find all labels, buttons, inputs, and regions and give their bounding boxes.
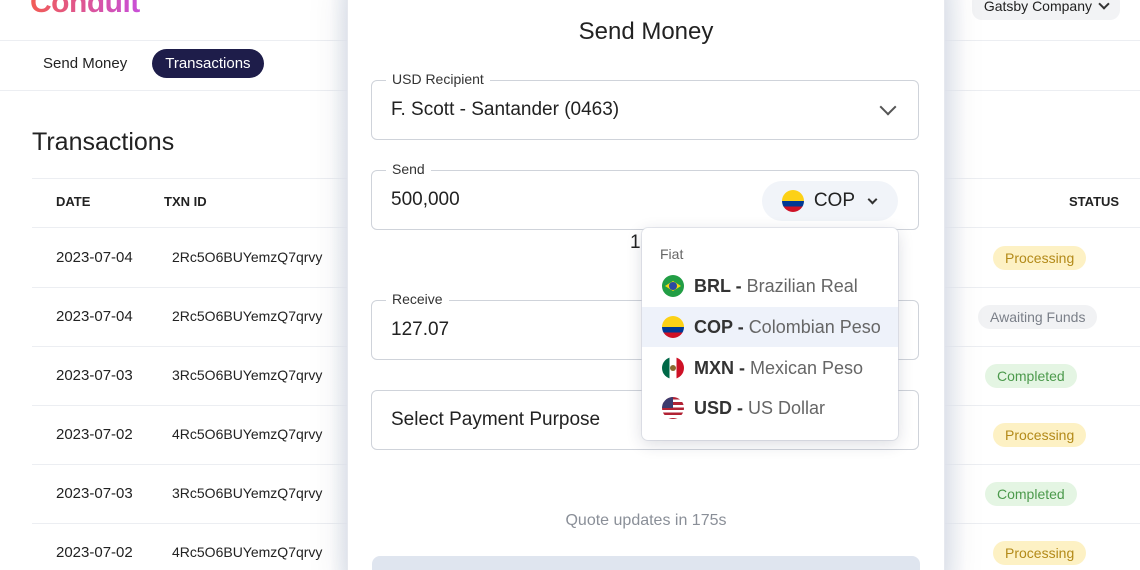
send-amount-value[interactable]: 500,000 [391,189,460,211]
page-title: Transactions [32,128,175,156]
send-currency-selector[interactable]: COP [761,181,898,221]
status-badge: Processing [993,423,1087,447]
chevron-down-icon [1098,0,1110,10]
status-badge: Completed [985,482,1077,506]
column-header-status[interactable]: STATUS [1069,194,1119,209]
currency-name: Brazilian Real [746,275,858,296]
currency-code: USD [694,397,733,418]
row-txn-id: 2Rc5O6BUYemzQ7qrvy [172,249,323,265]
currency-option-brl[interactable]: BRL - Brazilian Real [642,266,898,306]
company-name: Gatsby Company [983,0,1092,14]
currency-name: Mexican Peso [750,357,864,378]
send-amount-field[interactable]: Send 500,000 COP [371,161,919,230]
brazil-flag-icon [662,275,684,297]
modal-shadow-left [330,0,348,570]
row-date: 2023-07-03 [56,485,133,502]
row-txn-id: 2Rc5O6BUYemzQ7qrvy [172,308,323,324]
row-txn-id: 3Rc5O6BUYemzQ7qrvy [172,367,323,383]
currency-dropdown: Fiat BRL - Brazilian Real COP - Colombia… [642,228,898,440]
currency-separator: - [732,316,749,337]
exchange-rate-text: 1 [630,232,641,253]
status-badge: Processing [993,246,1087,270]
row-date: 2023-07-04 [56,308,133,325]
row-date: 2023-07-04 [56,249,133,266]
send-money-modal: Send Money USD Recipient F. Scott - Sant… [348,0,944,570]
currency-code: MXN [694,357,734,378]
send-label: Send [386,161,431,177]
column-header-date[interactable]: DATE [56,194,90,209]
payment-purpose-placeholder: Select Payment Purpose [391,409,601,430]
row-date: 2023-07-02 [56,544,133,561]
dropdown-group-label: Fiat [660,246,684,262]
chevron-down-icon [867,194,878,204]
chevron-down-icon [879,98,897,116]
mexico-flag-icon [662,357,684,379]
modal-title: Send Money [578,18,714,45]
recipient-label: USD Recipient [386,71,490,87]
app-logo[interactable]: Conduit [30,0,140,20]
row-txn-id: 4Rc5O6BUYemzQ7qrvy [172,426,323,442]
currency-option-mxn[interactable]: MXN - Mexican Peso [642,348,898,388]
currency-option-cop[interactable]: COP - Colombian Peso [642,307,898,347]
quote-timer: Quote updates in 175s [565,512,727,529]
row-date: 2023-07-03 [56,367,133,384]
status-badge: Processing [993,541,1087,565]
modal-shadow-right [944,0,966,570]
receive-label: Receive [386,291,449,307]
currency-name: Colombian Peso [748,316,881,337]
tab-transactions[interactable]: Transactions [152,49,264,78]
usa-flag-icon [662,397,684,419]
company-selector[interactable]: Gatsby Company [971,0,1120,20]
row-txn-id: 3Rc5O6BUYemzQ7qrvy [172,485,323,501]
row-date: 2023-07-02 [56,426,133,443]
colombia-flag-icon [781,190,804,212]
currency-separator: - [732,397,749,418]
nav-tabs: Send Money Transactions [30,49,264,78]
recipient-select[interactable]: USD Recipient F. Scott - Santander (0463… [371,71,919,140]
send-currency-code: COP [813,190,855,211]
currency-option-usd[interactable]: USD - US Dollar [642,388,898,428]
recipient-value: F. Scott - Santander (0463) [391,99,620,120]
colombia-flag-icon [662,316,684,338]
column-header-txn-id[interactable]: TXN ID [164,194,207,209]
status-badge: Completed [985,364,1077,388]
submit-button[interactable] [372,556,920,570]
tab-send-money[interactable]: Send Money [30,49,140,78]
currency-separator: - [730,275,747,296]
currency-code: COP [694,316,733,337]
currency-separator: - [734,357,750,378]
currency-name: US Dollar [748,397,826,418]
status-badge: Awaiting Funds [978,305,1098,329]
receive-amount-value: 127.07 [391,319,450,340]
row-txn-id: 4Rc5O6BUYemzQ7qrvy [172,544,323,560]
currency-code: BRL [694,275,731,296]
